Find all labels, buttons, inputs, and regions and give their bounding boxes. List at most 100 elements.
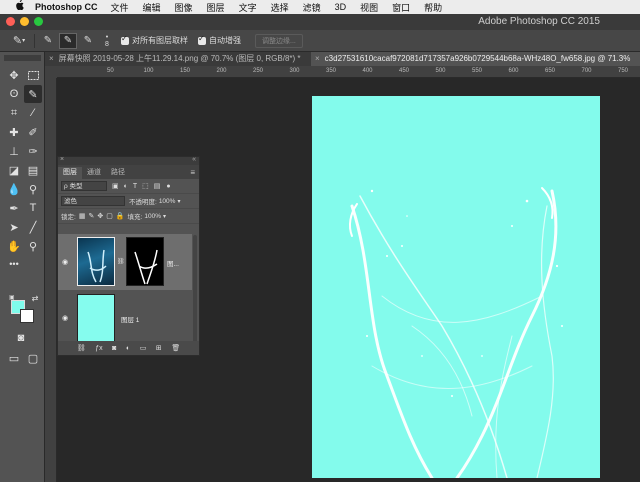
ruler-origin[interactable] <box>45 66 57 78</box>
toolbar-grip[interactable] <box>4 55 41 61</box>
chevron-down-icon[interactable]: ▾ <box>177 198 180 205</box>
lasso-tool-icon[interactable]: ʘ <box>5 85 23 103</box>
filter-toggle-icon[interactable]: ● <box>166 183 170 190</box>
new-group-icon[interactable]: ▭ <box>140 344 147 352</box>
vertical-ruler[interactable] <box>45 78 57 482</box>
minimize-window-button[interactable] <box>20 17 29 26</box>
quick-selection-tool-icon[interactable]: ✎ <box>24 85 42 103</box>
brush-size-picker[interactable]: • 8 <box>99 34 115 48</box>
layer-name[interactable]: 图层 1 <box>121 314 139 324</box>
brush-tool-icon[interactable]: ✐ <box>24 123 42 141</box>
adjustment-layer-icon[interactable]: ◐ <box>126 345 130 352</box>
menu-3d[interactable]: 3D <box>335 2 347 12</box>
lock-transparent-icon[interactable]: ▦ <box>79 212 86 220</box>
add-to-selection-button[interactable]: ✎ <box>59 32 77 49</box>
filter-smart-object-icon[interactable]: ▤ <box>154 182 161 190</box>
chevron-down-icon[interactable]: ▾ <box>163 213 166 220</box>
blend-mode-select[interactable]: 滤色 <box>61 196 125 206</box>
blur-tool-icon[interactable]: 💧 <box>5 180 23 198</box>
layer-row[interactable]: ◉ ⛓ 图... <box>58 234 192 290</box>
document-tab-screenshot[interactable]: × 屏幕快照 2019-05-28 上午11.29.14.png @ 70.7% … <box>45 52 311 66</box>
healing-brush-tool-icon[interactable]: ✚ <box>5 123 23 141</box>
menu-window[interactable]: 窗口 <box>392 1 410 14</box>
eyedropper-tool-icon[interactable]: ⁄ <box>24 104 42 122</box>
tab-channels[interactable]: 通道 <box>82 167 106 179</box>
eraser-tool-icon[interactable]: ◪ <box>5 161 23 179</box>
filter-kind-select[interactable]: ρ 类型 <box>61 181 107 191</box>
menu-view[interactable]: 视图 <box>360 1 378 14</box>
fill-field[interactable]: 100% <box>144 213 161 220</box>
more-tools-icon[interactable]: ••• <box>5 255 23 273</box>
tab-paths[interactable]: 路径 <box>106 167 130 179</box>
link-layers-icon[interactable]: ⛓ <box>77 344 86 352</box>
screen-mode-icon[interactable]: ▭ <box>5 349 23 367</box>
refine-edge-button[interactable]: 调整边缘... <box>255 33 303 48</box>
trash-icon[interactable]: 🗑 <box>171 344 180 352</box>
lock-artboard-icon[interactable]: ▢ <box>106 212 113 220</box>
document-tab-active[interactable]: × c3d27531610cacaf972081d717357a926b07295… <box>311 52 640 66</box>
mask-link-icon[interactable]: ⛓ <box>117 258 125 265</box>
tool-preset-picker[interactable]: ✎ ▾ <box>8 33 30 49</box>
menu-filter[interactable]: 滤镜 <box>303 1 321 14</box>
zoom-window-button[interactable] <box>34 17 43 26</box>
type-tool-icon[interactable]: T <box>24 199 42 217</box>
layer-name[interactable]: 图... <box>167 258 179 268</box>
visibility-eye-icon[interactable]: ◉ <box>62 258 68 266</box>
collapse-panel-icon[interactable]: « <box>192 156 196 163</box>
zoom-tool-icon[interactable]: ⚲ <box>24 237 42 255</box>
move-tool-icon[interactable]: ✥ <box>5 66 23 84</box>
lock-position-icon[interactable]: ✥ <box>97 212 103 220</box>
horizontal-ruler[interactable]: 50 100 150 200 250 300 350 400 450 500 550 600 650 70… <box>57 66 640 78</box>
panel-header[interactable]: × « <box>58 156 199 165</box>
layer-row[interactable]: ◉ 图层 1 <box>58 290 192 346</box>
background-color-swatch[interactable] <box>20 309 34 323</box>
menu-type[interactable]: 文字 <box>239 1 257 14</box>
auto-enhance-checkbox[interactable]: 自动增强 <box>198 34 241 46</box>
app-menu[interactable]: Photoshop CC <box>35 2 98 12</box>
add-mask-icon[interactable]: ◙ <box>112 345 116 352</box>
visibility-eye-icon[interactable]: ◉ <box>62 314 68 322</box>
filter-type-icon[interactable]: T <box>133 183 137 190</box>
swap-colors-icon[interactable]: ⇄ <box>26 289 44 307</box>
menu-select[interactable]: 选择 <box>271 1 289 14</box>
layer-style-icon[interactable]: ƒx <box>95 345 102 352</box>
tab-layers[interactable]: 图层 <box>58 167 82 179</box>
history-brush-tool-icon[interactable]: ✑ <box>24 142 42 160</box>
ruler-tick-label: 150 <box>180 68 191 74</box>
marquee-tool-icon[interactable] <box>24 66 42 84</box>
gradient-tool-icon[interactable]: ▤ <box>24 161 42 179</box>
hand-tool-icon[interactable]: ✋ <box>5 237 23 255</box>
new-layer-icon[interactable]: ⊞ <box>156 344 162 352</box>
lock-all-icon[interactable]: 🔒 <box>116 212 125 220</box>
quick-mask-icon[interactable]: ◙ <box>12 329 30 347</box>
filter-adjustment-icon[interactable]: ◐ <box>124 183 128 190</box>
apple-menu-icon[interactable] <box>12 0 26 15</box>
panel-menu-icon[interactable]: ≡ <box>190 167 195 179</box>
menu-image[interactable]: 图像 <box>175 1 193 14</box>
layers-scrollbar[interactable] <box>193 235 197 343</box>
menu-edit[interactable]: 编辑 <box>143 1 161 14</box>
lock-pixels-icon[interactable]: ✎ <box>88 212 94 220</box>
artboard-mode-icon[interactable]: ▢ <box>24 349 42 367</box>
filter-shape-icon[interactable]: ⬚ <box>142 182 149 190</box>
close-window-button[interactable] <box>6 17 15 26</box>
menu-layer[interactable]: 图层 <box>207 1 225 14</box>
menu-file[interactable]: 文件 <box>111 1 129 14</box>
close-tab-icon[interactable]: × <box>315 54 320 63</box>
new-selection-button[interactable]: ✎ <box>39 33 57 49</box>
pen-tool-icon[interactable]: ✒ <box>5 199 23 217</box>
filter-pixel-icon[interactable]: ▣ <box>112 182 119 190</box>
opacity-field[interactable]: 100% <box>159 198 176 205</box>
line-tool-icon[interactable]: ╱ <box>24 218 42 236</box>
close-panel-icon[interactable]: × <box>60 156 64 163</box>
sample-all-layers-checkbox[interactable]: 对所有图层取样 <box>121 34 188 46</box>
dodge-tool-icon[interactable]: ⚲ <box>24 180 42 198</box>
layer-mask-thumbnail[interactable] <box>126 237 164 286</box>
path-selection-tool-icon[interactable]: ➤ <box>5 218 23 236</box>
clone-stamp-tool-icon[interactable]: ⊥ <box>5 142 23 160</box>
canvas-document[interactable] <box>312 96 600 478</box>
menu-help[interactable]: 帮助 <box>424 1 442 14</box>
crop-tool-icon[interactable]: ⌗ <box>5 104 23 122</box>
subtract-from-selection-button[interactable]: ✎ <box>79 33 97 49</box>
close-tab-icon[interactable]: × <box>49 54 54 63</box>
